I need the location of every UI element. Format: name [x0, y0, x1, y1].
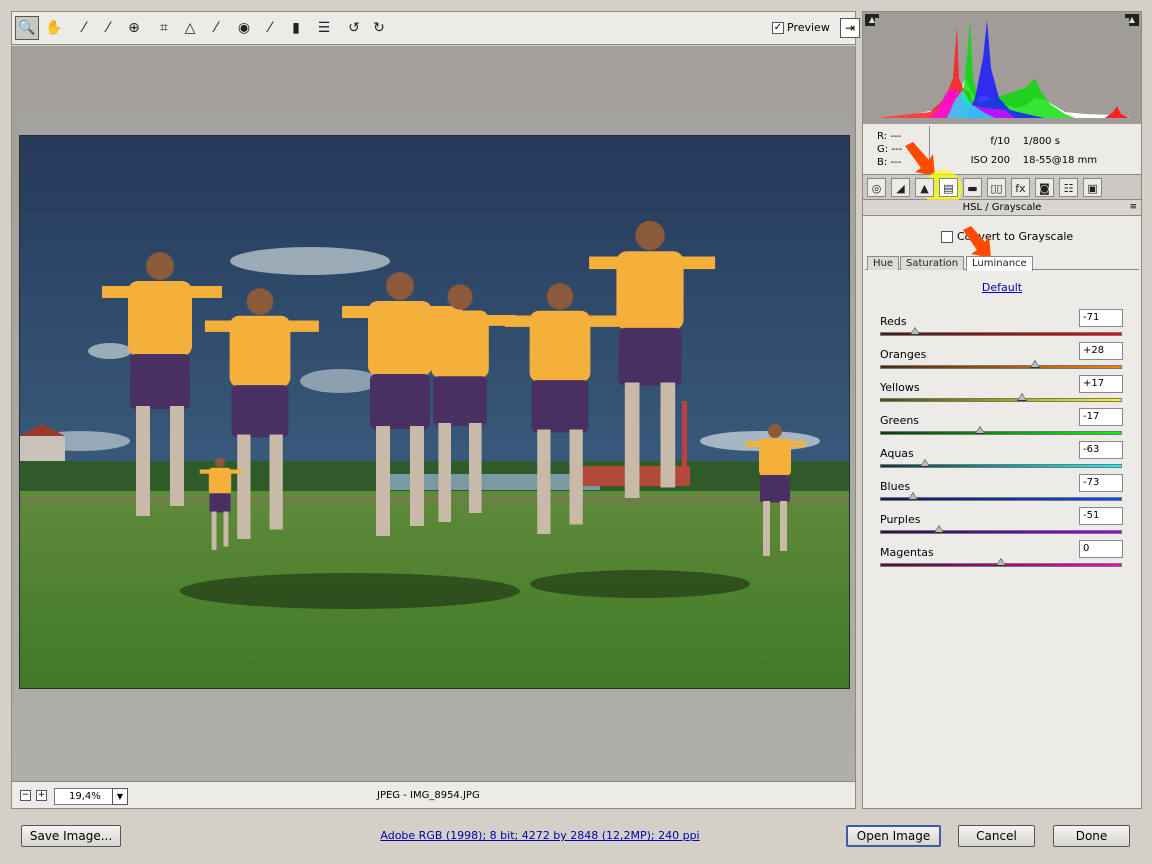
rgb-readout: R: --- G: --- B: ---: [877, 131, 903, 168]
slider-label: Oranges: [880, 348, 927, 361]
zoom-out-button[interactable]: −: [20, 790, 31, 801]
panel-menu-icon[interactable]: ≡: [1129, 200, 1137, 215]
toolbar: 🔍 ✋ ⁄ ⁄ ⊕ ⌗ △ ⁄ ◉ ⁄ ▮ ☰ ↺ ↻ ✓ Preview ⇥: [11, 11, 860, 45]
preview-label: Preview: [787, 21, 830, 34]
slider-thumb[interactable]: [919, 459, 930, 467]
zoom-dropdown-icon[interactable]: ▼: [112, 788, 128, 805]
straighten-tool-icon[interactable]: △: [178, 16, 202, 40]
slider-value-field[interactable]: -71: [1079, 309, 1123, 327]
slider-value-field[interactable]: -51: [1079, 507, 1123, 525]
slider-track[interactable]: [880, 464, 1122, 468]
open-image-button[interactable]: Open Image: [846, 825, 941, 847]
graduated-filter-tool-icon[interactable]: ▮: [284, 16, 308, 40]
adjustments-panel: ▲ ▲ R: --- G: --- B: --- f/10 1/800 s IS…: [862, 11, 1142, 809]
tab-hsl-grayscale-icon[interactable]: ▤: [939, 178, 958, 197]
done-button[interactable]: Done: [1053, 825, 1130, 847]
image-canvas[interactable]: [11, 46, 856, 781]
convert-grayscale-checkbox[interactable]: [941, 231, 953, 243]
zoom-in-button[interactable]: +: [36, 790, 47, 801]
file-name: JPEG - IMG_8954.JPG: [377, 790, 480, 801]
white-balance-tool-icon[interactable]: ⁄: [72, 16, 96, 40]
slider-track[interactable]: [880, 365, 1122, 369]
preferences-tool-icon[interactable]: ☰: [312, 16, 336, 40]
slider-blues: Blues -73: [879, 474, 1123, 510]
panel-title: HSL / Grayscale: [962, 202, 1042, 213]
slider-thumb[interactable]: [907, 492, 918, 500]
slider-thumb[interactable]: [1029, 360, 1040, 368]
rotate-ccw-tool-icon[interactable]: ↺: [342, 16, 366, 40]
slider-value-field[interactable]: +28: [1079, 342, 1123, 360]
workflow-options-link[interactable]: Adobe RGB (1998); 8 bit; 4272 by 2848 (1…: [320, 829, 760, 842]
slider-aquas: Aquas -63: [879, 441, 1123, 477]
slider-value-field[interactable]: 0: [1079, 540, 1123, 558]
color-sampler-tool-icon[interactable]: ⁄: [96, 16, 120, 40]
tab-saturation[interactable]: Saturation: [900, 256, 965, 270]
slider-track[interactable]: [880, 530, 1122, 534]
adjustment-brush-tool-icon[interactable]: ⁄: [258, 16, 282, 40]
tab-detail-icon[interactable]: ▲: [915, 178, 934, 197]
hsl-subtabs: Hue Saturation Luminance: [865, 256, 1139, 271]
tab-split-toning-icon[interactable]: ▬: [963, 178, 982, 197]
tab-presets-icon[interactable]: ☷: [1059, 178, 1078, 197]
cancel-button[interactable]: Cancel: [958, 825, 1035, 847]
panel-tabs: ◎ ◢ ▲ ▤ ▬ ▯▯ fx ◙ ☷ ▣: [863, 170, 1141, 208]
tab-basic-icon[interactable]: ◎: [867, 178, 886, 197]
tab-camera-calibration-icon[interactable]: ◙: [1035, 178, 1054, 197]
slider-thumb[interactable]: [975, 426, 986, 434]
annotation-arrow-icon: [963, 226, 991, 258]
slider-thumb[interactable]: [910, 327, 921, 335]
slider-label: Yellows: [880, 381, 920, 394]
zoom-level-field[interactable]: 19,4%: [54, 788, 114, 805]
tab-effects-icon[interactable]: fx: [1011, 178, 1030, 197]
slider-label: Aquas: [880, 447, 914, 460]
histogram: ▲ ▲: [863, 12, 1141, 124]
slider-value-field[interactable]: -73: [1079, 474, 1123, 492]
slider-value-field[interactable]: -63: [1079, 441, 1123, 459]
tab-lens-corrections-icon[interactable]: ▯▯: [987, 178, 1006, 197]
slider-thumb[interactable]: [1016, 393, 1027, 401]
slider-track[interactable]: [880, 431, 1122, 435]
spot-removal-tool-icon[interactable]: ⁄: [204, 16, 228, 40]
slider-track[interactable]: [880, 398, 1122, 402]
slider-label: Magentas: [880, 546, 934, 559]
status-bar: − + 19,4% ▼ JPEG - IMG_8954.JPG: [11, 781, 856, 809]
slider-purples: Purples -51: [879, 507, 1123, 543]
slider-oranges: Oranges +28: [879, 342, 1123, 378]
fullscreen-toggle-icon[interactable]: ⇥: [840, 18, 860, 38]
photo-preview: [19, 135, 850, 689]
zoom-tool-icon[interactable]: 🔍: [15, 16, 39, 40]
tab-tone-curve-icon[interactable]: ◢: [891, 178, 910, 197]
default-link[interactable]: Default: [863, 281, 1141, 294]
slider-yellows: Yellows +17: [879, 375, 1123, 411]
rotate-cw-tool-icon[interactable]: ↻: [367, 16, 391, 40]
slider-label: Blues: [880, 480, 911, 493]
save-image-button[interactable]: Save Image...: [21, 825, 121, 847]
slider-thumb[interactable]: [996, 558, 1006, 566]
panel-header: HSL / Grayscale ≡: [863, 200, 1141, 216]
tab-hue[interactable]: Hue: [867, 256, 900, 270]
slider-magentas: Magentas 0: [879, 540, 1123, 576]
slider-value-field[interactable]: +17: [1079, 375, 1123, 393]
tab-snapshots-icon[interactable]: ▣: [1083, 178, 1102, 197]
slider-reds: Reds -71: [879, 309, 1123, 345]
red-eye-tool-icon[interactable]: ◉: [232, 16, 256, 40]
exif-info: f/10 1/800 s ISO 200 18-55@18 mm: [970, 136, 1098, 166]
slider-label: Greens: [880, 414, 920, 427]
tab-luminance[interactable]: Luminance: [966, 256, 1033, 271]
slider-thumb[interactable]: [934, 525, 945, 533]
hand-tool-icon[interactable]: ✋: [42, 16, 66, 40]
slider-value-field[interactable]: -17: [1079, 408, 1123, 426]
slider-label: Reds: [880, 315, 907, 328]
targeted-adjustment-tool-icon[interactable]: ⊕: [122, 16, 146, 40]
preview-checkbox[interactable]: ✓: [772, 22, 784, 34]
slider-label: Purples: [880, 513, 921, 526]
crop-tool-icon[interactable]: ⌗: [152, 16, 176, 40]
slider-greens: Greens -17: [879, 408, 1123, 444]
